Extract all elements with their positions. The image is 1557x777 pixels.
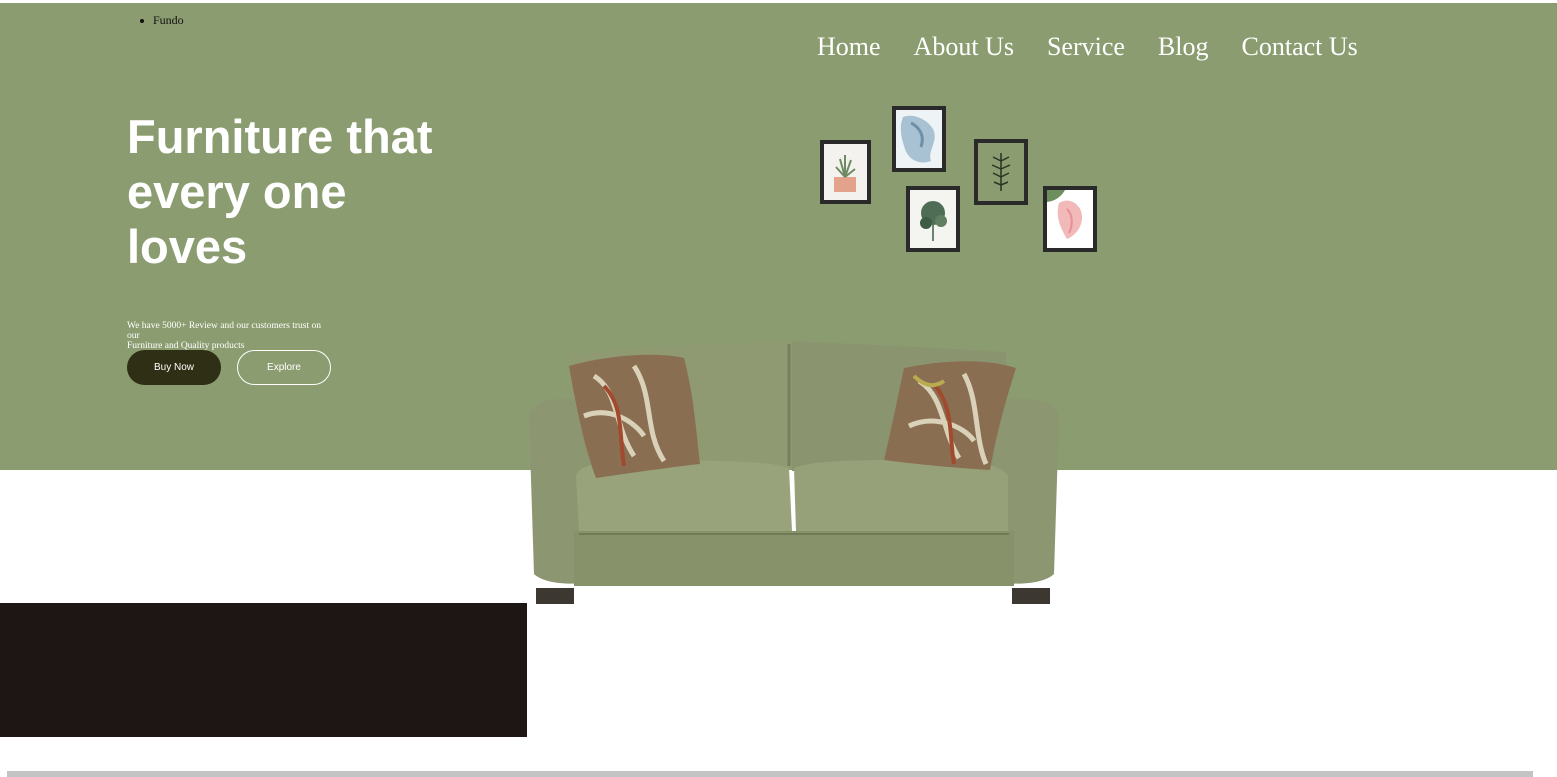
headline-line-2: every one (127, 165, 347, 218)
frame-leaf-sketch (974, 139, 1028, 205)
explore-button[interactable]: Explore (237, 350, 331, 385)
brand-name: Fundo (153, 13, 184, 27)
nav-about-us[interactable]: About Us (914, 32, 1014, 62)
hero-headline: Furniture that every one loves (127, 109, 467, 274)
headline-line-1: Furniture that (127, 110, 433, 163)
hero-section: Fundo Home About Us Service Blog Contact… (0, 3, 1557, 604)
horizontal-scrollbar[interactable] (7, 771, 1533, 777)
frame-pink-abstract (1043, 186, 1097, 252)
headline-line-3: loves (127, 220, 248, 273)
dark-feature-block (0, 603, 527, 737)
nav-blog[interactable]: Blog (1158, 32, 1209, 62)
frame-green-foliage (906, 186, 960, 252)
brand-item[interactable]: Fundo (140, 13, 184, 28)
tagline-line-1: We have 5000+ Review and our customers t… (127, 321, 322, 341)
buy-now-button[interactable]: Buy Now (127, 350, 221, 385)
nav-home[interactable]: Home (817, 32, 881, 62)
brand-list: Fundo (140, 13, 184, 28)
main-nav: Home About Us Service Blog Contact Us (817, 32, 1358, 62)
frame-blue-abstract (892, 106, 946, 172)
hero-tagline: We have 5000+ Review and our customers t… (127, 321, 327, 351)
nav-service[interactable]: Service (1047, 32, 1125, 62)
sofa-image (529, 341, 1059, 604)
bullet-icon (140, 18, 144, 23)
wall-frames-image (820, 106, 1097, 252)
nav-contact-us[interactable]: Contact Us (1242, 32, 1358, 62)
frame-plant-pot (820, 140, 871, 204)
